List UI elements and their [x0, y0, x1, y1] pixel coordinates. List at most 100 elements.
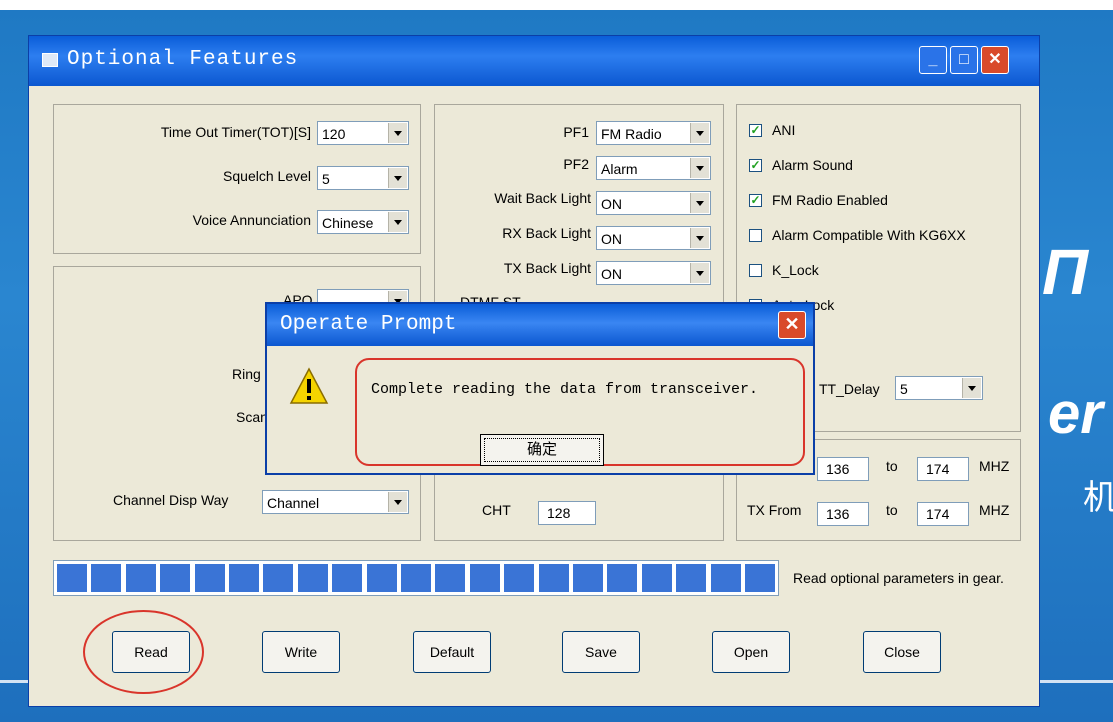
close-button[interactable]: Close	[863, 631, 941, 673]
write-button[interactable]: Write	[262, 631, 340, 673]
rx-from-field[interactable]: 136	[817, 457, 869, 481]
checkbox-label-3: Alarm Compatible With KG6XX	[772, 227, 966, 243]
rx-to-field[interactable]: 174	[917, 457, 969, 481]
pf2-value: Alarm	[601, 161, 638, 177]
progress-block	[263, 564, 294, 592]
tx-from-field[interactable]: 136	[817, 502, 869, 526]
checkbox-label-0: ANI	[772, 122, 796, 138]
tx-from-label: TX From	[747, 502, 802, 518]
pf1-label: PF1	[563, 124, 589, 140]
checkbox-label-1: Alarm Sound	[772, 157, 853, 173]
progress-block	[641, 564, 672, 592]
chevron-down-icon[interactable]	[690, 193, 709, 213]
chevron-down-icon[interactable]	[388, 168, 407, 188]
default-button[interactable]: Default	[413, 631, 491, 673]
app-icon	[42, 53, 58, 67]
background-text-3: 机	[1083, 479, 1113, 517]
pf2-label: PF2	[563, 156, 589, 172]
progress-block	[607, 564, 638, 592]
checkbox-4[interactable]	[749, 264, 762, 277]
window-titlebar[interactable]: Optional Features _ □ ✕	[29, 36, 1039, 86]
pf1-value: FM Radio	[601, 126, 662, 142]
chevron-down-icon[interactable]	[690, 123, 709, 143]
checkbox-3[interactable]	[749, 229, 762, 242]
ok-button[interactable]: 确定	[480, 434, 604, 466]
progress-bar	[53, 560, 779, 596]
dialog-close-button[interactable]: ✕	[778, 311, 806, 339]
tx-to-label: to	[886, 502, 898, 518]
background-text-1: П	[1042, 236, 1089, 308]
warning-icon	[289, 367, 329, 404]
operate-prompt-dialog: Operate Prompt ✕ Complete reading the da…	[265, 302, 815, 475]
tot-combo[interactable]: 120	[317, 121, 409, 145]
focus-rect	[484, 438, 600, 462]
progress-block	[332, 564, 363, 592]
chevron-down-icon[interactable]	[690, 228, 709, 248]
progress-block	[229, 564, 259, 592]
chevron-down-icon[interactable]	[388, 123, 407, 143]
maximize-button[interactable]: □	[950, 46, 978, 74]
channel-disp-label: Channel Disp Way	[113, 492, 229, 508]
progress-block	[745, 564, 775, 592]
checkbox-1[interactable]: ✓	[749, 159, 762, 172]
highlight-circle	[83, 610, 204, 694]
chevron-down-icon[interactable]	[690, 263, 709, 283]
progress-block	[194, 564, 225, 592]
rx-to-label: to	[886, 458, 898, 474]
chevron-down-icon[interactable]	[962, 378, 981, 398]
progress-block	[469, 564, 500, 592]
progress-block	[91, 564, 122, 592]
cht-label: CHT	[482, 502, 511, 518]
ring-label: Ring	[232, 366, 261, 382]
rx-backlight-combo[interactable]: ON	[596, 226, 711, 250]
pf2-combo[interactable]: Alarm	[596, 156, 711, 180]
chevron-down-icon[interactable]	[690, 158, 709, 178]
dialog-titlebar[interactable]: Operate Prompt ✕	[267, 304, 813, 346]
progress-block	[297, 564, 328, 592]
channel-disp-value: Channel	[267, 495, 320, 511]
checkbox-label-2: FM Radio Enabled	[772, 192, 888, 208]
dialog-message: Complete reading the data from transceiv…	[371, 381, 759, 398]
progress-block	[366, 564, 397, 592]
wait-backlight-combo[interactable]: ON	[596, 191, 711, 215]
progress-block	[57, 564, 87, 592]
pf1-combo[interactable]: FM Radio	[596, 121, 711, 145]
wait-backlight-value: ON	[601, 196, 622, 212]
wait-backlight-label: Wait Back Light	[494, 190, 591, 206]
squelch-label: Squelch Level	[223, 168, 311, 184]
close-window-button[interactable]: ✕	[981, 46, 1009, 74]
tx-backlight-value: ON	[601, 266, 622, 282]
progress-block	[573, 564, 603, 592]
squelch-value: 5	[322, 171, 330, 187]
progress-block	[538, 564, 569, 592]
save-button[interactable]: Save	[562, 631, 640, 673]
rx-backlight-label: RX Back Light	[502, 225, 591, 241]
tot-label: Time Out Timer(TOT)[S]	[160, 124, 311, 140]
tx-to-field[interactable]: 174	[917, 502, 969, 526]
dtmf-delay-combo[interactable]: 5	[895, 376, 983, 400]
checkbox-0[interactable]: ✓	[749, 124, 762, 137]
progress-block	[435, 564, 466, 592]
minimize-button[interactable]: _	[919, 46, 947, 74]
chevron-down-icon[interactable]	[388, 492, 407, 512]
rx-unit-label: MHZ	[979, 458, 1010, 474]
open-button[interactable]: Open	[712, 631, 790, 673]
checkbox-2[interactable]: ✓	[749, 194, 762, 207]
cht-field[interactable]: 128	[538, 501, 596, 525]
progress-block	[676, 564, 707, 592]
status-text: Read optional parameters in gear.	[793, 570, 1004, 586]
progress-block	[401, 564, 431, 592]
progress-block	[504, 564, 535, 592]
tx-backlight-combo[interactable]: ON	[596, 261, 711, 285]
chevron-down-icon[interactable]	[388, 212, 407, 232]
squelch-combo[interactable]: 5	[317, 166, 409, 190]
scan-label: Scan	[236, 409, 268, 425]
channel-disp-combo[interactable]: Channel	[262, 490, 409, 514]
rx-backlight-value: ON	[601, 231, 622, 247]
progress-block	[710, 564, 741, 592]
checkbox-label-4: K_Lock	[772, 262, 819, 278]
tot-value: 120	[322, 126, 346, 142]
progress-block	[125, 564, 156, 592]
dtmf-delay-label: TT_Delay	[819, 381, 880, 397]
voice-combo[interactable]: Chinese	[317, 210, 409, 234]
